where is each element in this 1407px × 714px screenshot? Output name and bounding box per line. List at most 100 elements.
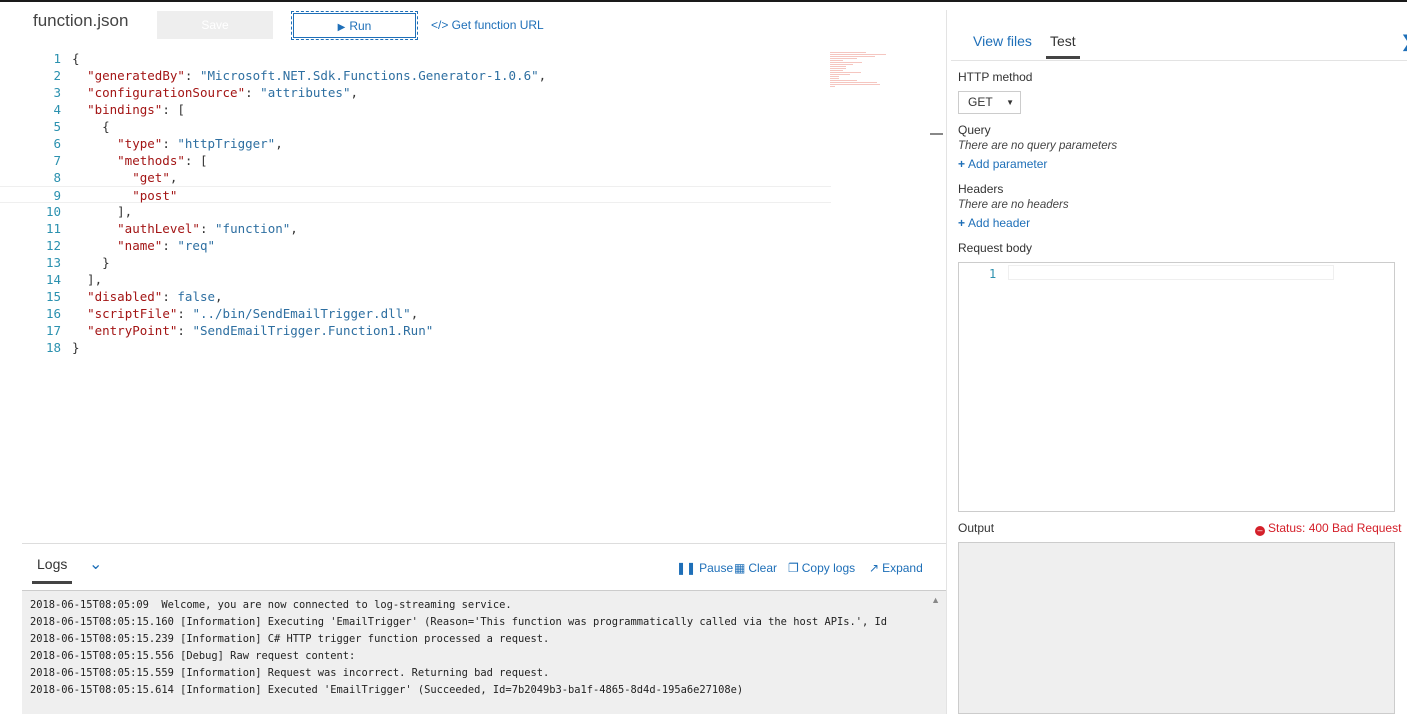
get-function-url-link[interactable]: </> Get function URL <box>431 18 544 32</box>
copy-logs-button[interactable]: ❐ Copy logs <box>788 561 855 575</box>
scroll-up-icon[interactable]: ▲ <box>931 595 940 605</box>
code-text: "generatedBy": "Microsoft.NET.Sdk.Functi… <box>87 68 547 83</box>
code-line[interactable]: 3 "configurationSource": "attributes", <box>0 84 831 101</box>
file-title: function.json <box>33 11 129 30</box>
code-text: "authLevel": "function", <box>117 221 298 236</box>
minimap-line <box>830 52 866 53</box>
code-text: "methods": [ <box>117 153 208 168</box>
minimap-line <box>830 80 857 81</box>
save-button[interactable]: Save <box>157 11 273 39</box>
run-button[interactable]: ▶ Run <box>291 11 418 40</box>
line-number: 17 <box>45 323 61 338</box>
code-text: "name": "req" <box>117 238 216 253</box>
line-number: 12 <box>45 238 61 253</box>
code-text: "entryPoint": "SendEmailTrigger.Function… <box>87 323 434 338</box>
code-text: "scriptFile": "../bin/SendEmailTrigger.d… <box>87 306 419 321</box>
code-editor[interactable]: 1{2 "generatedBy": "Microsoft.NET.Sdk.Fu… <box>0 50 831 356</box>
logs-output[interactable]: 2018-06-15T08:05:09 Welcome, you are now… <box>22 590 946 714</box>
tab-test[interactable]: Test <box>1050 33 1076 49</box>
minimap-line <box>830 84 881 85</box>
run-label: Run <box>349 19 372 33</box>
close-panel-icon[interactable]: ❯ <box>1401 32 1407 52</box>
status-badge: – Status: 400 Bad Request <box>1255 521 1401 536</box>
minimap-line <box>830 64 854 65</box>
line-number: 3 <box>53 85 61 100</box>
code-line[interactable]: 6 "type": "httpTrigger", <box>0 135 831 152</box>
line-number: 1 <box>53 51 61 66</box>
query-label: Query <box>958 123 991 137</box>
minimap-line <box>830 70 843 71</box>
http-method-select[interactable]: GET ▼ <box>958 91 1021 114</box>
code-text: { <box>72 119 110 134</box>
add-header-link[interactable]: + Add header <box>958 216 1030 230</box>
editor-scroll-marker[interactable] <box>930 133 943 135</box>
clear-button[interactable]: ▦ Clear <box>734 561 777 575</box>
query-empty-text: There are no query parameters <box>958 140 1118 152</box>
pause-icon: ❚❚ <box>676 561 697 575</box>
headers-label: Headers <box>958 182 1004 196</box>
code-line[interactable]: 16 "scriptFile": "../bin/SendEmailTrigge… <box>0 305 831 322</box>
expand-button[interactable]: ↗ Expand <box>869 561 923 575</box>
line-number: 7 <box>53 153 61 168</box>
code-line[interactable]: 9 "post" <box>0 186 831 203</box>
error-icon: – <box>1255 526 1265 536</box>
code-line[interactable]: 15 "disabled": false, <box>0 288 831 305</box>
log-line: 2018-06-15T08:05:15.559 [Information] Re… <box>30 667 550 679</box>
request-body-editor[interactable]: 1 <box>958 262 1395 512</box>
code-line[interactable]: 13 } <box>0 254 831 271</box>
code-line[interactable]: 5 { <box>0 118 831 135</box>
minimap-line <box>830 58 857 59</box>
current-line-highlight <box>1008 265 1334 280</box>
code-text: ], <box>72 204 133 219</box>
line-number: 16 <box>45 306 61 321</box>
tab-view-files[interactable]: View files <box>973 33 1032 49</box>
expand-label: Expand <box>882 561 923 575</box>
minimap-line <box>830 72 861 73</box>
line-number: 11 <box>45 221 61 236</box>
log-line: 2018-06-15T08:05:09 Welcome, you are now… <box>30 599 512 611</box>
code-line[interactable]: 14 ], <box>0 271 831 288</box>
log-line: 2018-06-15T08:05:15.614 [Information] Ex… <box>30 684 744 696</box>
logs-tab[interactable]: Logs <box>37 556 67 572</box>
plus-icon: + <box>958 216 966 230</box>
line-number: 2 <box>53 68 61 83</box>
minimap-line <box>830 68 847 69</box>
line-number: 1 <box>989 267 997 281</box>
code-line[interactable]: 4 "bindings": [ <box>0 101 831 118</box>
code-line[interactable]: 1{ <box>0 50 831 67</box>
logs-toolbar: Logs ⌄ ❚❚ Pause ▦ Clear ❐ Copy logs ↗ Expand <box>22 543 946 590</box>
add-parameter-link[interactable]: + Add parameter <box>958 157 1047 171</box>
expand-icon: ↗ <box>869 561 880 575</box>
code-line[interactable]: 18} <box>0 339 831 356</box>
logs-tab-underline <box>32 581 72 584</box>
code-minimap[interactable] <box>830 52 894 88</box>
minimap-line <box>830 76 839 77</box>
code-text: "get", <box>132 170 178 185</box>
clear-label: Clear <box>748 561 778 575</box>
code-line[interactable]: 8 "get", <box>0 169 831 186</box>
line-number: 9 <box>53 188 61 203</box>
code-text: ], <box>72 272 103 287</box>
chevron-down-icon[interactable]: ⌄ <box>89 554 102 574</box>
pause-button[interactable]: ❚❚ Pause <box>676 561 733 575</box>
output-box <box>958 542 1395 714</box>
request-body-label: Request body <box>958 241 1033 255</box>
code-line[interactable]: 11 "authLevel": "function", <box>0 220 831 237</box>
minimap-line <box>830 62 863 63</box>
code-line[interactable]: 10 ], <box>0 203 831 220</box>
code-line[interactable]: 2 "generatedBy": "Microsoft.NET.Sdk.Func… <box>0 67 831 84</box>
code-line[interactable]: 7 "methods": [ <box>0 152 831 169</box>
code-text: "type": "httpTrigger", <box>117 136 283 151</box>
line-number: 4 <box>53 102 61 117</box>
line-number: 15 <box>45 289 61 304</box>
code-text: "post" <box>132 188 178 203</box>
minimap-line <box>830 86 836 87</box>
line-number: 5 <box>53 119 61 134</box>
log-line: 2018-06-15T08:05:15.160 [Information] Ex… <box>30 616 888 628</box>
line-number: 18 <box>45 340 61 355</box>
code-line[interactable]: 17 "entryPoint": "SendEmailTrigger.Funct… <box>0 322 831 339</box>
tab-test-underline <box>1046 56 1080 59</box>
code-line[interactable]: 12 "name": "req" <box>0 237 831 254</box>
line-number: 8 <box>53 170 61 185</box>
copy-logs-label: Copy logs <box>801 561 856 575</box>
